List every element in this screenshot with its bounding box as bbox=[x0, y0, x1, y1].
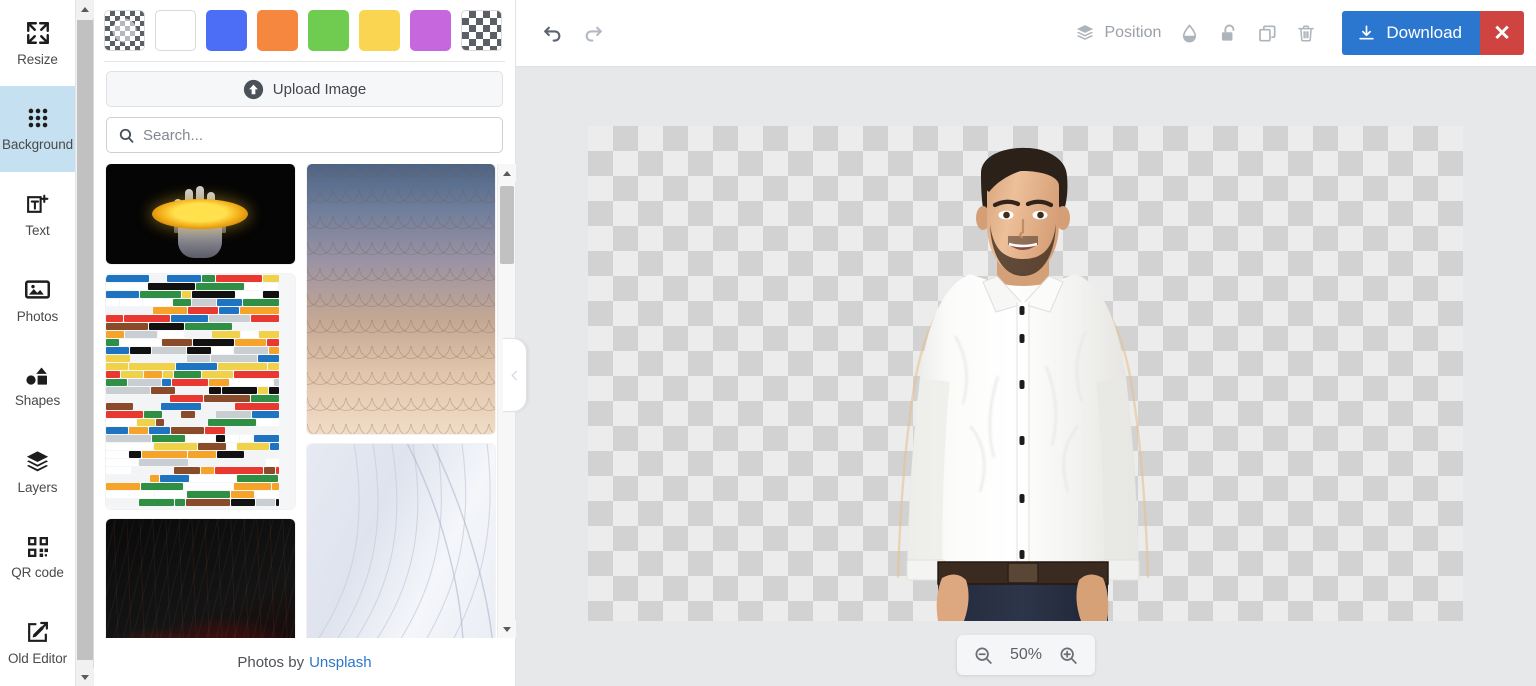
gallery-column-right bbox=[306, 164, 495, 638]
sidebar-item-qr-code[interactable]: QR code bbox=[0, 515, 75, 601]
sidebar-item-resize[interactable]: Resize bbox=[0, 0, 75, 86]
background-gallery bbox=[94, 164, 516, 638]
chevron-left-icon bbox=[511, 370, 521, 380]
swatch-transparent[interactable] bbox=[461, 10, 502, 51]
swatch-white[interactable] bbox=[155, 10, 196, 51]
swatch-purple[interactable] bbox=[410, 10, 451, 51]
zoom-out-icon[interactable] bbox=[973, 645, 994, 666]
gallery-column-left bbox=[106, 164, 295, 638]
download-label: Download bbox=[1386, 23, 1462, 42]
left-sidebar: Resize Background Text Photos Shapes Lay… bbox=[0, 0, 76, 686]
zoom-in-icon[interactable] bbox=[1058, 645, 1079, 666]
editor-main: Position Download ✕ 50% bbox=[516, 0, 1536, 686]
panel-divider bbox=[104, 61, 505, 62]
sidebar-item-layers[interactable]: Layers bbox=[0, 429, 75, 515]
close-button[interactable]: ✕ bbox=[1480, 11, 1524, 55]
zoom-control: 50% bbox=[956, 635, 1096, 675]
close-icon: ✕ bbox=[1493, 21, 1511, 45]
photo-icon bbox=[24, 276, 51, 303]
sidebar-item-background[interactable]: Background bbox=[0, 85, 75, 172]
panel-footer: Photos by Unsplash bbox=[94, 638, 515, 686]
swatch-transparent-selected[interactable] bbox=[104, 10, 145, 51]
scales-pattern-thumbnail[interactable] bbox=[306, 164, 495, 434]
photos-credit-text: Photos by bbox=[237, 653, 305, 671]
image-editor-app: Resize Background Text Photos Shapes Lay… bbox=[0, 0, 1536, 686]
hand-saturn-thumbnail[interactable] bbox=[106, 164, 295, 264]
primary-actions: Download ✕ bbox=[1320, 0, 1536, 66]
gallery-scrollbar-thumb[interactable] bbox=[500, 186, 514, 264]
sidebar-item-label: Background bbox=[1, 137, 74, 153]
delete-trash-icon[interactable] bbox=[1296, 22, 1316, 45]
history-controls bbox=[516, 21, 606, 46]
sidebar-scrollbar[interactable] bbox=[76, 0, 94, 686]
unsplash-link[interactable]: Unsplash bbox=[309, 654, 372, 671]
swatch-blue[interactable] bbox=[206, 10, 247, 51]
gallery-scroll-down-arrow-icon[interactable] bbox=[498, 620, 516, 638]
wave-lines-decoration bbox=[317, 444, 493, 638]
decorative-fingers bbox=[174, 186, 227, 233]
undo-icon[interactable] bbox=[540, 21, 565, 46]
download-icon bbox=[1357, 24, 1376, 43]
man-in-white-shirt-cutout bbox=[896, 147, 1150, 621]
sidebar-item-text[interactable]: Text bbox=[0, 172, 75, 258]
scroll-up-arrow-icon[interactable] bbox=[76, 0, 94, 18]
position-button[interactable]: Position bbox=[1074, 23, 1161, 43]
download-button[interactable]: Download bbox=[1342, 11, 1480, 55]
upload-image-label: Upload Image bbox=[272, 80, 367, 98]
gallery-columns bbox=[94, 164, 497, 638]
sidebar-item-label: Resize bbox=[17, 51, 58, 67]
subject-image[interactable] bbox=[850, 126, 1195, 621]
editor-toolbar: Position Download ✕ bbox=[516, 0, 1536, 67]
layers-stack-icon bbox=[1074, 23, 1096, 43]
zoom-level-label: 50% bbox=[1009, 646, 1043, 663]
search-input[interactable] bbox=[143, 126, 491, 144]
scroll-down-arrow-icon[interactable] bbox=[76, 668, 94, 686]
sidebar-item-label: Shapes bbox=[14, 392, 61, 408]
layers-icon bbox=[24, 449, 51, 474]
sidebar-item-label: Photos bbox=[16, 309, 59, 325]
sidebar-item-label: QR code bbox=[11, 565, 64, 581]
search-field[interactable] bbox=[106, 117, 503, 153]
sidebar-item-shapes[interactable]: Shapes bbox=[0, 343, 75, 429]
red-smoke-thumbnail[interactable] bbox=[106, 519, 295, 638]
add-text-icon bbox=[25, 192, 50, 217]
white-waves-thumbnail[interactable] bbox=[306, 444, 495, 638]
sidebar-item-photos[interactable]: Photos bbox=[0, 257, 75, 343]
object-tools: Position bbox=[1074, 22, 1320, 45]
swatch-yellow[interactable] bbox=[359, 10, 400, 51]
sidebar-item-label: Old Editor bbox=[7, 651, 68, 667]
swatch-green[interactable] bbox=[308, 10, 349, 51]
unlock-icon[interactable] bbox=[1218, 22, 1239, 45]
edit-square-icon bbox=[25, 620, 50, 645]
opacity-droplet-icon[interactable] bbox=[1179, 22, 1200, 45]
color-swatch-row bbox=[94, 0, 515, 61]
panel-collapse-handle[interactable] bbox=[503, 338, 527, 412]
editor-canvas[interactable] bbox=[588, 126, 1463, 621]
swatch-orange[interactable] bbox=[257, 10, 298, 51]
background-panel: Upload Image Search... Photos by Unsplas… bbox=[94, 0, 527, 686]
upload-arrow-icon bbox=[243, 79, 264, 100]
scrollbar-thumb[interactable] bbox=[77, 20, 93, 660]
resize-icon bbox=[25, 20, 51, 46]
search-icon bbox=[118, 127, 135, 144]
sidebar-item-old-editor[interactable]: Old Editor bbox=[0, 600, 75, 686]
decorative-palm bbox=[178, 218, 223, 258]
position-label: Position bbox=[1104, 24, 1162, 41]
redo-icon[interactable] bbox=[581, 21, 606, 46]
upload-image-button[interactable]: Upload Image bbox=[106, 71, 503, 107]
sidebar-item-label: Layers bbox=[17, 479, 58, 495]
sidebar-item-label: Text bbox=[25, 222, 50, 238]
qr-code-icon bbox=[26, 535, 50, 559]
duplicate-icon[interactable] bbox=[1257, 22, 1278, 45]
color-blocks-thumbnail[interactable] bbox=[106, 274, 295, 509]
gallery-scroll-up-arrow-icon[interactable] bbox=[498, 164, 516, 182]
canvas-area[interactable]: 50% bbox=[516, 67, 1536, 686]
shapes-icon bbox=[25, 365, 51, 387]
grid-dots-icon bbox=[25, 105, 51, 131]
